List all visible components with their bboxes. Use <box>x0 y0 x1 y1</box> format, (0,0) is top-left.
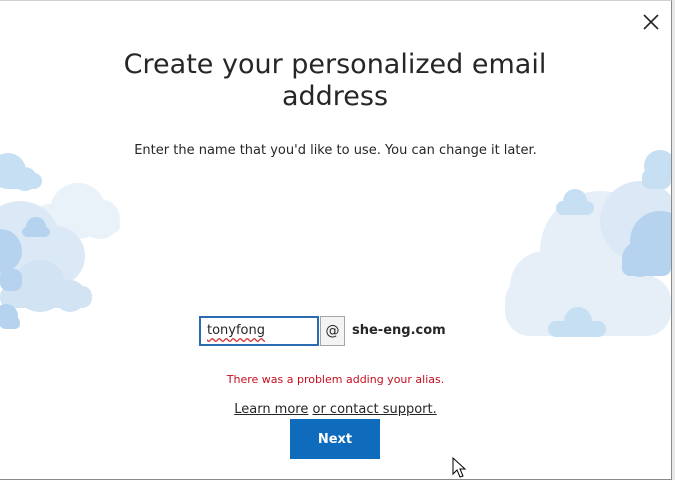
alias-input-value: tonyfong <box>207 323 266 338</box>
contact-support-link[interactable]: or contact support. <box>313 402 437 417</box>
error-message: There was a problem adding your alias. <box>226 373 445 386</box>
at-symbol-box: @ <box>320 316 345 346</box>
create-email-dialog: Create your personalized email address E… <box>0 0 672 480</box>
dialog-title: Create your personalized email address <box>123 49 547 112</box>
mouse-pointer-icon <box>452 457 467 478</box>
close-icon <box>643 14 659 30</box>
close-button[interactable] <box>640 11 662 33</box>
learn-more-link[interactable]: Learn more <box>234 402 308 417</box>
next-button[interactable]: Next <box>290 419 380 459</box>
dialog-subtitle: Enter the name that you'd like to use. Y… <box>134 143 537 158</box>
domain-label: she-eng.com <box>352 323 446 338</box>
left-clouds <box>0 153 120 329</box>
alias-input[interactable]: tonyfong <box>199 316 319 346</box>
right-clouds <box>505 150 671 337</box>
support-line: Learn more or contact support. <box>0 402 671 417</box>
